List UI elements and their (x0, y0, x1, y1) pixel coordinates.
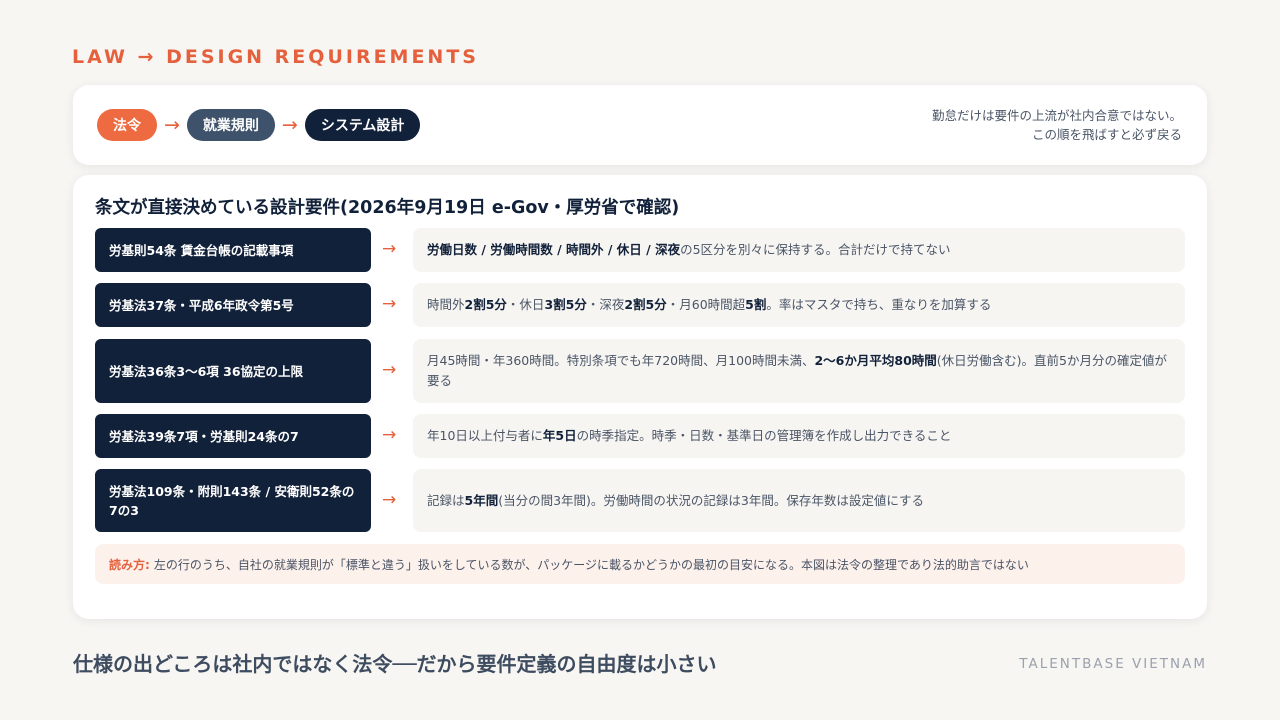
requirement-row: 労基則54条 賃金台帳の記載事項 → 労働日数 / 労働時間数 / 時間外 / … (95, 228, 1185, 272)
requirement-description: 時間外2割5分・休日3割5分・深夜2割5分・月60時間超5割。率はマスタで持ち、… (413, 283, 1185, 327)
flow-note: 勤怠だけは要件の上流が社内合意ではない。 この順を飛ばすと必ず戻る (932, 106, 1182, 144)
description-text: (当分の間3年間)。労働時間の状況の記録は3年間。保存年数は設定値にする (498, 492, 925, 508)
requirement-row: 労基法39条7項・労基則24条の7 → 年10日以上付与者に年5日の時季指定。時… (95, 414, 1185, 458)
requirements-card: 条文が直接決めている設計要件(2026年9月19日 e-Gov・厚労省で確認) … (73, 175, 1207, 619)
arrow-right-icon: → (382, 359, 397, 380)
description-text: 。率はマスタで持ち、重なりを加算する (766, 297, 992, 312)
description-text: 時間外 (427, 297, 465, 312)
requirement-law-label: 労基法36条3〜6項 36協定の上限 (95, 339, 371, 403)
description-text: ・休日 (506, 297, 545, 312)
reading-note-label: 読み方: (109, 557, 150, 572)
flow-card: 法令 → 就業規則 → システム設計 勤怠だけは要件の上流が社内合意ではない。 … (73, 85, 1207, 165)
eyebrow-heading: LAW → DESIGN REQUIREMENTS (72, 46, 479, 68)
description-text: 月45時間・年360時間。特別条項でも年720時間、月100時間未満、 (427, 353, 815, 368)
flow-step-law: 法令 (97, 109, 157, 141)
requirement-law-label: 労基法109条・附則143条 / 安衛則52条の7の3 (95, 469, 371, 532)
flow-step-system-design: システム設計 (304, 109, 421, 141)
requirement-row: 労基法109条・附則143条 / 安衛則52条の7の3 → 記録は5年間(当分の… (95, 469, 1185, 532)
arrow-right-icon: → (281, 113, 298, 136)
requirement-description: 記録は5年間(当分の間3年間)。労働時間の状況の記録は3年間。保存年数は設定値に… (413, 469, 1185, 532)
arrow-right-icon: → (382, 238, 397, 259)
arrow-right-icon: → (164, 113, 180, 136)
emphasis-text: 5割 (745, 297, 767, 312)
emphasis-text: 2割5分 (624, 297, 667, 312)
flow-note-line: この順を飛ばすと必ず戻る (1031, 127, 1182, 142)
emphasis-text: 年5日 (542, 428, 577, 443)
requirement-row: 労基法36条3〜6項 36協定の上限 → 月45時間・年360時間。特別条項でも… (95, 339, 1185, 403)
requirement-law-label: 労基法37条・平成6年政令第5号 (95, 283, 371, 327)
description-text: の5区分を別々に保持する。合計だけで持てない (680, 242, 951, 257)
arrow-right-icon: → (382, 489, 397, 510)
arrow-right-icon: → (382, 424, 397, 445)
description-text: ・月60時間超 (666, 297, 746, 312)
requirement-description: 労働日数 / 労働時間数 / 時間外 / 休日 / 深夜の5区分を別々に保持する… (413, 228, 1185, 272)
emphasis-text: 3割5分 (544, 297, 587, 312)
reading-note-text: 左の行のうち、自社の就業規則が「標準と違う」扱いをしている数が、パッケージに載る… (153, 557, 1029, 572)
description-text: ・深夜 (586, 297, 625, 312)
flow-note-line: 勤怠だけは要件の上流が社内合意ではない。 (931, 108, 1182, 123)
requirement-row: 労基法37条・平成6年政令第5号 → 時間外2割5分・休日3割5分・深夜2割5分… (95, 283, 1185, 327)
description-text: 年10日以上付与者に (427, 428, 543, 443)
requirements-title: 条文が直接決めている設計要件(2026年9月19日 e-Gov・厚労省で確認) (95, 198, 680, 218)
arrow-right-icon: → (382, 293, 397, 314)
flow-steps: 法令 → 就業規則 → システム設計 (97, 109, 421, 141)
requirement-description: 月45時間・年360時間。特別条項でも年720時間、月100時間未満、2〜6か月… (413, 339, 1185, 403)
emphasis-text: 労働日数 / 労働時間数 / 時間外 / 休日 / 深夜 (427, 242, 681, 257)
footer-title: 仕様の出どころは社内ではなく法令──だから要件定義の自由度は小さい (73, 652, 717, 676)
emphasis-text: 2〜6か月平均80時間 (814, 353, 937, 368)
brand-name: TALENTBASE VIETNAM (1019, 656, 1207, 672)
requirement-description: 年10日以上付与者に年5日の時季指定。時季・日数・基準日の管理簿を作成し出力でき… (413, 414, 1185, 458)
reading-note: 読み方: 左の行のうち、自社の就業規則が「標準と違う」扱いをしている数が、パッケ… (95, 544, 1185, 584)
flow-step-work-rules: 就業規則 (186, 109, 275, 141)
requirement-law-label: 労基則54条 賃金台帳の記載事項 (95, 228, 371, 272)
description-text: 記録は (427, 492, 465, 508)
emphasis-text: 5年間 (464, 492, 499, 508)
emphasis-text: 2割5分 (464, 297, 507, 312)
description-text: の時季指定。時季・日数・基準日の管理簿を作成し出力できること (576, 428, 952, 443)
requirement-law-label: 労基法39条7項・労基則24条の7 (95, 414, 371, 458)
